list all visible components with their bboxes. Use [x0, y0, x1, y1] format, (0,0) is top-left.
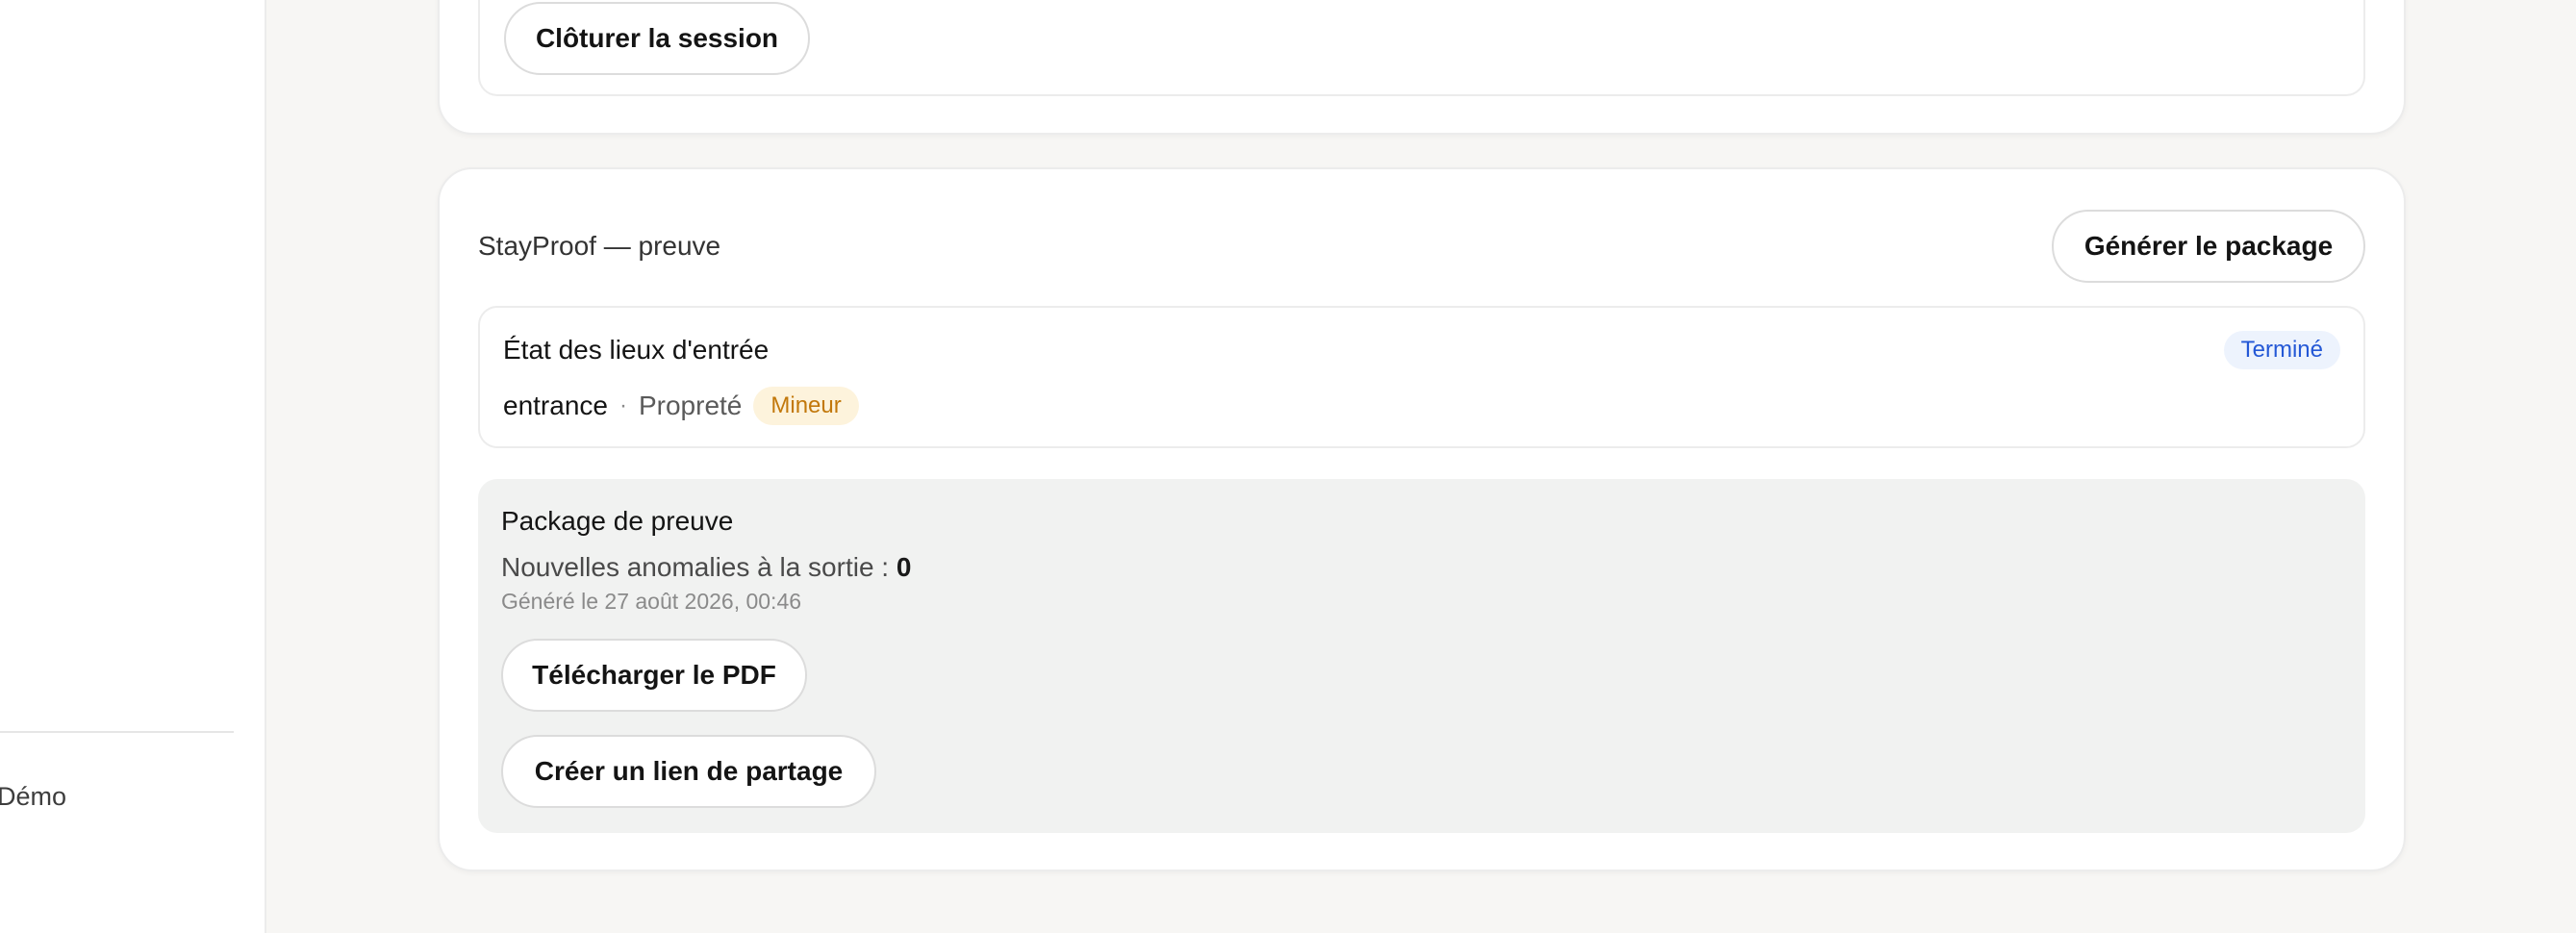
download-pdf-button[interactable]: Télécharger le PDF	[501, 639, 807, 712]
proof-card-title: StayProof — preuve	[478, 231, 721, 261]
generated-timestamp: Généré le 27 août 2026, 00:46	[501, 589, 802, 614]
sidebar-item-demo[interactable]: Démo	[0, 782, 66, 812]
anomalies-count: 0	[896, 552, 912, 582]
create-share-link-button[interactable]: Créer un lien de partage	[501, 735, 876, 808]
inspection-title: État des lieux d'entrée	[503, 335, 770, 365]
sidebar: Démo	[0, 0, 266, 933]
anomalies-label: Nouvelles anomalies à la sortie :	[501, 552, 890, 582]
inspection-item: État des lieux d'entrée Terminé entrance…	[478, 306, 2365, 448]
detail-separator: ·	[619, 392, 627, 418]
inspection-details: entrance · Propreté Mineur	[503, 387, 859, 425]
close-session-button[interactable]: Clôturer la session	[504, 2, 810, 75]
package-title: Package de preuve	[501, 506, 734, 536]
room-name: entrance	[503, 391, 608, 420]
severity-badge: Mineur	[753, 387, 859, 425]
exit-anomalies: Nouvelles anomalies à la sortie : 0	[501, 552, 911, 583]
sidebar-divider	[0, 731, 234, 733]
proof-package-panel: Package de preuve Nouvelles anomalies à …	[478, 479, 2365, 833]
issue-category: Propreté	[638, 391, 743, 420]
session-card: Clôturer la session	[438, 0, 2406, 135]
proof-card: StayProof — preuve Générer le package Ét…	[438, 167, 2406, 871]
generate-package-button[interactable]: Générer le package	[2052, 210, 2365, 283]
session-panel: Clôturer la session	[478, 0, 2365, 96]
status-badge: Terminé	[2223, 331, 2340, 369]
